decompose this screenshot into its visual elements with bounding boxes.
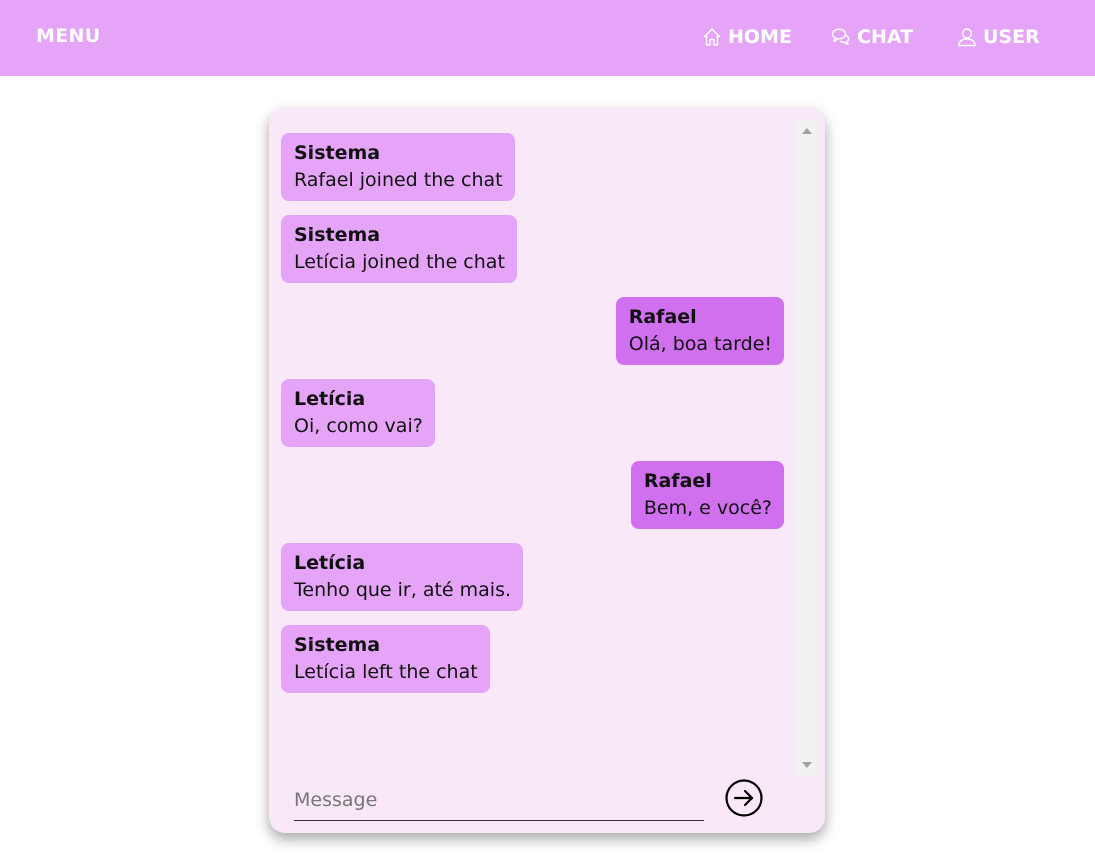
nav-item-user[interactable]: USER <box>957 22 1040 52</box>
message-row: Sistema Rafael joined the chat <box>281 133 784 201</box>
message-author: Letícia <box>294 552 366 574</box>
message-row: Sistema Letícia joined the chat <box>281 215 784 283</box>
chat-panel: Sistema Rafael joined the chat Sistema L… <box>269 108 825 833</box>
message-bubble: Letícia Oi, como vai? <box>281 379 435 447</box>
message-bubble: Rafael Bem, e você? <box>630 461 784 529</box>
message-composer <box>294 776 704 821</box>
send-button[interactable] <box>725 779 763 817</box>
message-author: Rafael <box>643 470 712 492</box>
message-row: Rafael Bem, e você? <box>281 461 784 529</box>
nav-item-chat[interactable]: CHAT <box>831 22 913 52</box>
chat-icon <box>831 27 851 47</box>
message-row: Rafael Olá, boa tarde! <box>281 297 784 365</box>
message-bubble: Sistema Rafael joined the chat <box>281 133 515 201</box>
message-text: Bem, e você? <box>643 497 772 519</box>
nav-item-label: HOME <box>728 26 792 48</box>
message-bubble: Letícia Tenho que ir, até mais. <box>281 543 524 611</box>
message-row: Sistema Letícia left the chat <box>281 625 784 693</box>
message-author: Letícia <box>294 388 366 410</box>
message-author: Sistema <box>294 224 381 246</box>
message-author: Sistema <box>294 142 381 164</box>
message-text: Letícia left the chat <box>294 661 478 683</box>
scroll-up-arrow-icon[interactable] <box>802 128 812 134</box>
message-author: Sistema <box>294 634 381 656</box>
arrow-right-circle-icon <box>725 779 763 817</box>
navbar: MENU HOME CHAT USER <box>0 0 1095 76</box>
message-author: Rafael <box>628 306 697 328</box>
message-text: Oi, como vai? <box>294 415 423 437</box>
message-text: Letícia joined the chat <box>294 251 505 273</box>
message-bubble: Sistema Letícia left the chat <box>281 625 490 693</box>
message-bubble: Sistema Letícia joined the chat <box>281 215 517 283</box>
user-icon <box>957 27 977 47</box>
message-text: Rafael joined the chat <box>294 169 503 191</box>
menu-button[interactable]: MENU <box>36 25 100 47</box>
message-input[interactable] <box>294 776 704 820</box>
message-text: Tenho que ir, até mais. <box>294 579 512 601</box>
message-bubble: Rafael Olá, boa tarde! <box>615 297 784 365</box>
nav-item-home[interactable]: HOME <box>702 22 792 52</box>
home-icon <box>702 27 722 47</box>
scroll-down-arrow-icon[interactable] <box>802 762 812 768</box>
message-list[interactable]: Sistema Rafael joined the chat Sistema L… <box>269 108 796 768</box>
message-text: Olá, boa tarde! <box>628 333 772 355</box>
message-list-scrollbar[interactable] <box>796 120 818 776</box>
nav-item-label: CHAT <box>857 26 914 48</box>
message-row: Letícia Tenho que ir, até mais. <box>281 543 784 611</box>
message-row: Letícia Oi, como vai? <box>281 379 784 447</box>
nav-item-label: USER <box>983 26 1040 48</box>
